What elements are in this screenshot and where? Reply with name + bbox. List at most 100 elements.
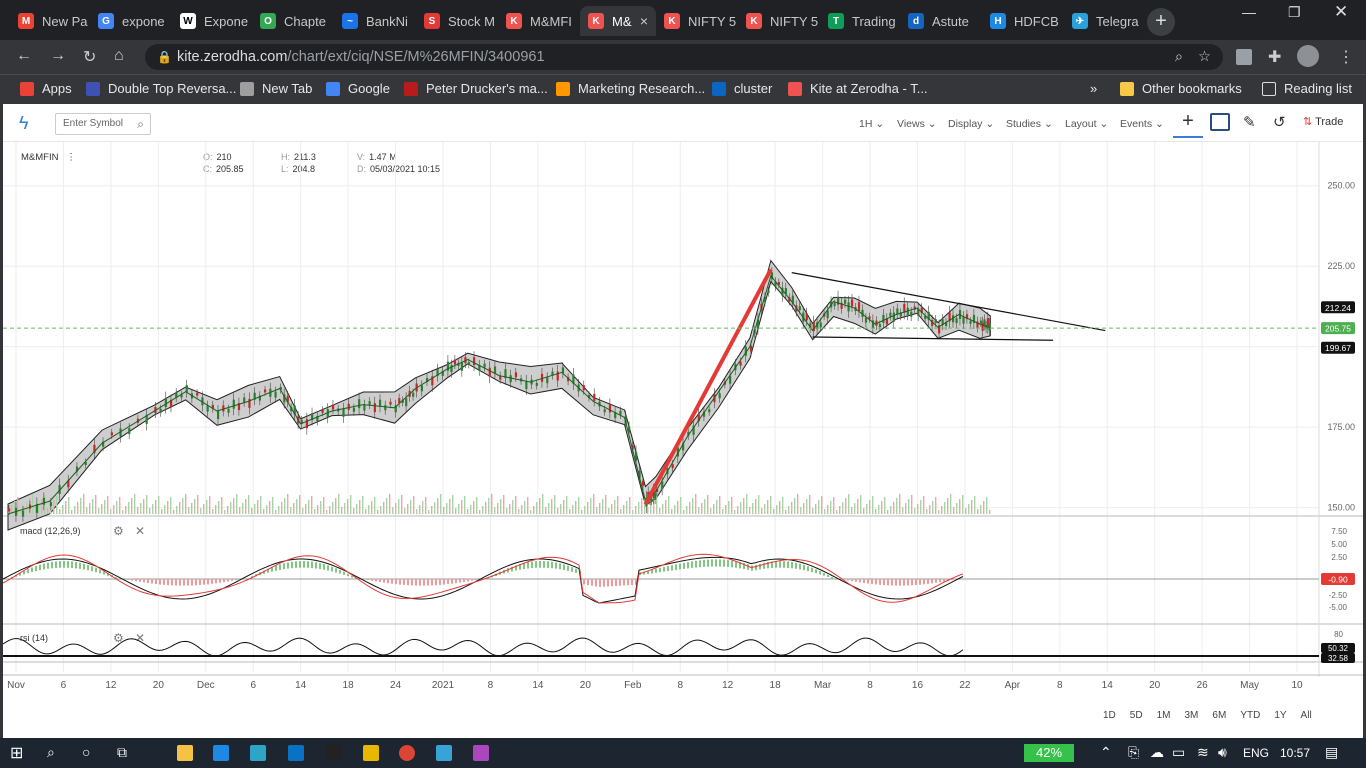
- settings-gear-icon[interactable]: ⚙: [113, 631, 124, 645]
- tab-13[interactable]: ✈ Telegra: [1064, 6, 1146, 36]
- battery-indicator[interactable]: 42%: [1024, 744, 1074, 762]
- windows-start-icon[interactable]: ⊞: [10, 743, 23, 763]
- tab-0[interactable]: M New Pa: [10, 6, 90, 36]
- crosshair-icon[interactable]: +: [1173, 110, 1203, 138]
- tab-7[interactable]: K M& ×: [580, 6, 656, 36]
- language-indicator[interactable]: ENG: [1243, 746, 1269, 760]
- profile-avatar[interactable]: [1297, 45, 1319, 67]
- notifications-icon[interactable]: ▤: [1325, 744, 1338, 761]
- bookmark-1[interactable]: Double Top Reversa...: [86, 81, 236, 96]
- minimize-icon[interactable]: —: [1242, 4, 1256, 20]
- bookmark-2[interactable]: New Tab: [240, 81, 312, 96]
- more-bookmarks-button[interactable]: »: [1090, 81, 1097, 96]
- range-ytd[interactable]: YTD: [1240, 710, 1260, 721]
- cortana-icon[interactable]: ○: [82, 744, 90, 760]
- close-indicator-icon[interactable]: ✕: [135, 631, 145, 645]
- menu-display[interactable]: Display ⌄: [948, 118, 994, 130]
- tab-4[interactable]: ~ BankNi: [334, 6, 416, 36]
- menu-studies[interactable]: Studies ⌄: [1006, 118, 1053, 130]
- volume-bar: [977, 509, 979, 514]
- close-window-icon[interactable]: ✕: [1334, 2, 1348, 22]
- new-tab-button[interactable]: +: [1147, 8, 1175, 36]
- wifi-icon[interactable]: ≋: [1197, 744, 1209, 761]
- reload-icon[interactable]: ↻: [83, 47, 96, 67]
- macd-histogram-bar: [127, 579, 129, 580]
- range-6m[interactable]: 6M: [1212, 710, 1226, 721]
- battery-icon[interactable]: ▭: [1172, 744, 1185, 761]
- menu-views[interactable]: Views ⌄: [897, 118, 937, 130]
- lightning-icon[interactable]: ϟ: [19, 113, 29, 134]
- search-icon[interactable]: ⌕: [47, 744, 55, 761]
- tab-8[interactable]: K NIFTY 5: [656, 6, 738, 36]
- volume-bar: [956, 503, 958, 514]
- volume-bar: [440, 494, 442, 514]
- chrome-icon[interactable]: [399, 745, 415, 761]
- bookmark-7[interactable]: Kite at Zerodha - T...: [788, 81, 928, 96]
- menu-layout[interactable]: Layout ⌄: [1065, 118, 1108, 130]
- tab-10[interactable]: T Trading: [820, 6, 900, 36]
- app-l-icon[interactable]: [250, 745, 266, 761]
- price-chart[interactable]: Nov 6 12 20 Dec 6 14 18 24 2021 8 14 20 Feb 8 12 18 Mar 8 1…: [3, 142, 1363, 702]
- restore-icon[interactable]: ❐: [1288, 4, 1301, 21]
- clock[interactable]: 10:57: [1280, 746, 1310, 760]
- settings-gear-icon[interactable]: ⚙: [113, 524, 124, 538]
- volume-icon[interactable]: 🔊︎: [1218, 744, 1227, 761]
- bookmark-4[interactable]: Peter Drucker's ma...: [404, 81, 548, 96]
- address-bar[interactable]: 🔒 kite.zerodha.com/chart/ext/ciq/NSE/M%2…: [145, 44, 1223, 70]
- candle: [358, 399, 361, 409]
- star-icon[interactable]: ☆: [1198, 44, 1211, 70]
- range-5d[interactable]: 5D: [1130, 710, 1143, 721]
- other-bookmarks[interactable]: Other bookmarks: [1120, 81, 1242, 96]
- chevron-up-icon[interactable]: ⌃: [1100, 744, 1112, 761]
- bookmark-5[interactable]: Marketing Research...: [556, 81, 705, 96]
- bookmark-6[interactable]: cluster: [712, 81, 772, 96]
- bookmark-0[interactable]: Apps: [20, 81, 72, 96]
- system-tray-icon[interactable]: ⎘: [1128, 744, 1139, 761]
- bookmark-3[interactable]: Google: [326, 81, 390, 96]
- tab-2[interactable]: W Expone: [172, 6, 252, 36]
- tab-6[interactable]: K M&MFI: [498, 6, 580, 36]
- tab-1[interactable]: Gexpone: [90, 6, 172, 36]
- media-icon[interactable]: [326, 745, 342, 761]
- home-icon[interactable]: ⌂: [114, 47, 124, 65]
- store-icon[interactable]: [288, 745, 304, 761]
- macd-histogram-bar: [451, 579, 453, 584]
- tab-5[interactable]: S Stock M: [416, 6, 498, 36]
- back-icon[interactable]: ←: [16, 47, 32, 65]
- volume-bar: [860, 495, 862, 514]
- zoom-icon[interactable]: ⌕: [1175, 44, 1183, 70]
- x-tick-label: 16: [912, 680, 924, 691]
- tab-3[interactable]: O Chapte: [252, 6, 334, 36]
- app-triangle-icon[interactable]: [473, 745, 489, 761]
- reading-list[interactable]: Reading list: [1262, 81, 1352, 96]
- symbol-search-input[interactable]: Enter Symbol ⌕: [55, 113, 151, 135]
- macd-histogram-bar: [155, 579, 157, 585]
- app-window-icon[interactable]: [436, 745, 452, 761]
- pencil-icon[interactable]: ✎: [1243, 113, 1256, 131]
- extension-q-icon[interactable]: [1236, 49, 1252, 65]
- range-1m[interactable]: 1M: [1157, 710, 1171, 721]
- tab-11[interactable]: d Astute: [900, 6, 982, 36]
- tab-12[interactable]: H HDFCB: [982, 6, 1064, 36]
- drawing-tools-icon[interactable]: [1210, 113, 1230, 131]
- mail-icon[interactable]: [213, 745, 229, 761]
- range-all[interactable]: All: [1301, 710, 1312, 721]
- menu-1h[interactable]: 1H ⌄: [859, 118, 884, 130]
- cloud-icon[interactable]: ☁: [1150, 744, 1164, 761]
- volume-bar: [809, 495, 811, 514]
- menu-kebab-icon[interactable]: ⋮: [1338, 47, 1354, 67]
- tab-9[interactable]: K NIFTY 5: [738, 6, 820, 36]
- forward-icon[interactable]: →: [50, 47, 66, 65]
- range-1y[interactable]: 1Y: [1274, 710, 1286, 721]
- file-explorer-icon[interactable]: [177, 745, 193, 761]
- menu-events[interactable]: Events ⌄: [1120, 118, 1164, 130]
- close-tab-icon[interactable]: ×: [640, 13, 648, 29]
- close-indicator-icon[interactable]: ✕: [135, 524, 145, 538]
- range-3m[interactable]: 3M: [1185, 710, 1199, 721]
- task-view-icon[interactable]: ⧉: [117, 744, 127, 761]
- reset-icon[interactable]: ↺: [1273, 113, 1286, 131]
- sticky-notes-icon[interactable]: [363, 745, 379, 761]
- trade-button[interactable]: ⇅ Trade: [1303, 115, 1343, 128]
- extensions-icon[interactable]: ✚: [1268, 47, 1281, 67]
- range-1d[interactable]: 1D: [1103, 710, 1116, 721]
